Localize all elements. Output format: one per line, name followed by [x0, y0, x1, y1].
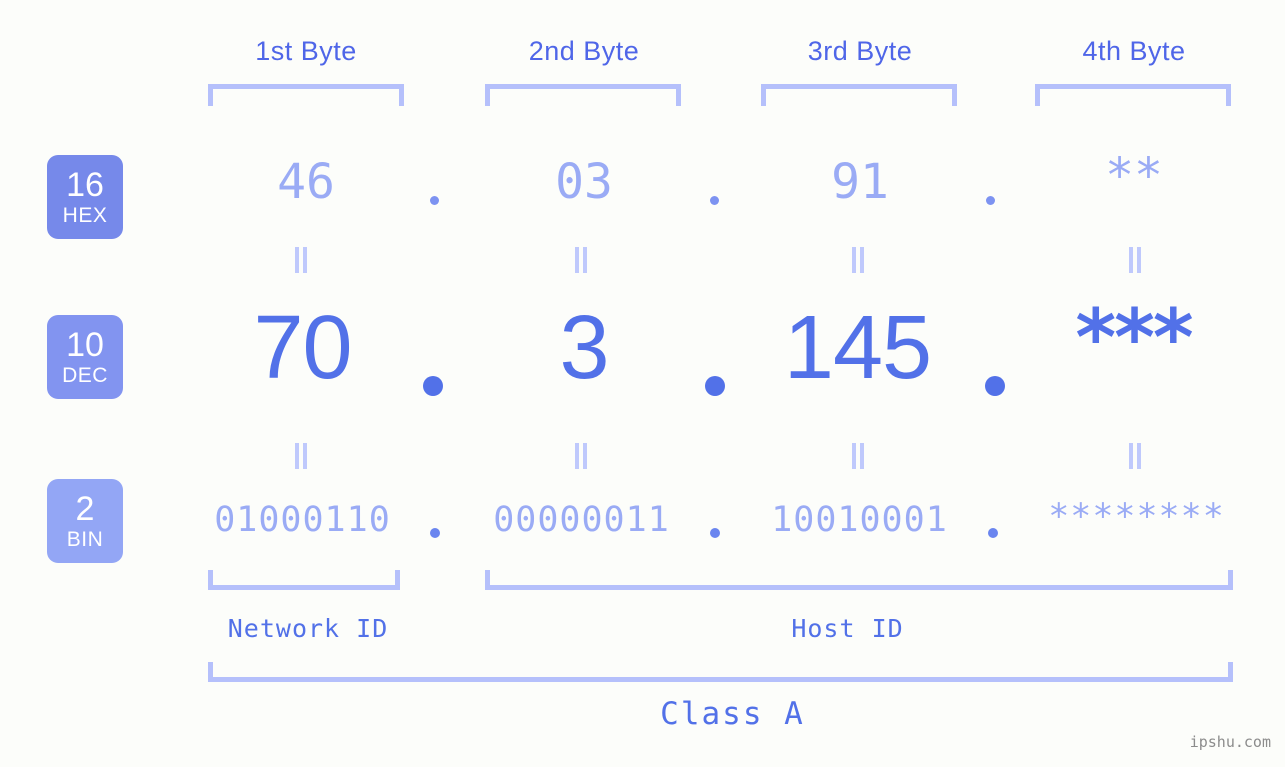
byte-bracket-2: [485, 84, 681, 106]
dec-dot-1: [423, 376, 443, 396]
bin-dot-2: [710, 528, 720, 538]
equals-connector-2-2: [574, 443, 588, 469]
dec-byte-2: 3: [559, 298, 609, 398]
ip-address-breakdown-diagram: 1st Byte 2nd Byte 3rd Byte 4th Byte 16 H…: [0, 0, 1285, 767]
class-bracket: [208, 662, 1233, 682]
equals-connector-1-1: [294, 247, 308, 273]
hex-byte-3: 91: [831, 154, 889, 210]
host-id-bracket: [485, 570, 1233, 590]
byte-bracket-1: [208, 84, 404, 106]
dec-dot-3: [985, 376, 1005, 396]
byte-header-2: 2nd Byte: [528, 36, 640, 66]
bin-dot-1: [430, 528, 440, 538]
radix-badge-bin: 2 BIN: [47, 479, 123, 563]
radix-badge-hex: 16 HEX: [47, 155, 123, 239]
radix-badge-bin-number: 2: [75, 490, 95, 528]
dec-dot-2: [705, 376, 725, 396]
bin-byte-4: ********: [1048, 497, 1225, 537]
radix-badge-bin-name: BIN: [66, 528, 104, 551]
dec-byte-1: 70: [253, 298, 352, 398]
byte-bracket-4: [1035, 84, 1231, 106]
bin-byte-1: 01000110: [214, 500, 391, 540]
radix-badge-dec-number: 10: [66, 326, 104, 364]
network-id-label: Network ID: [227, 614, 389, 643]
equals-connector-2-4: [1128, 443, 1142, 469]
equals-connector-2-1: [294, 443, 308, 469]
radix-badge-hex-number: 16: [66, 166, 104, 204]
byte-bracket-3: [761, 84, 957, 106]
dec-byte-3: 145: [783, 298, 932, 398]
radix-badge-dec: 10 DEC: [47, 315, 123, 399]
bin-byte-3: 10010001: [771, 500, 948, 540]
dec-byte-4: ***: [1075, 294, 1193, 384]
site-watermark: ipshu.com: [1189, 733, 1271, 751]
equals-connector-2-3: [851, 443, 865, 469]
hex-byte-2: 03: [555, 154, 613, 210]
hex-byte-1: 46: [277, 154, 335, 210]
hex-dot-2: [710, 196, 719, 205]
bin-byte-2: 00000011: [493, 500, 670, 540]
host-id-label: Host ID: [791, 614, 904, 643]
network-id-bracket: [208, 570, 400, 590]
class-label: Class A: [660, 696, 805, 732]
bin-dot-3: [988, 528, 998, 538]
radix-badge-dec-name: DEC: [62, 364, 108, 387]
hex-byte-4: **: [1105, 148, 1163, 204]
equals-connector-1-4: [1128, 247, 1142, 273]
byte-header-4: 4th Byte: [1082, 36, 1186, 66]
byte-header-3: 3rd Byte: [807, 36, 913, 66]
radix-badge-hex-name: HEX: [62, 204, 108, 227]
equals-connector-1-3: [851, 247, 865, 273]
equals-connector-1-2: [574, 247, 588, 273]
hex-dot-3: [986, 196, 995, 205]
byte-header-1: 1st Byte: [255, 36, 357, 66]
hex-dot-1: [430, 196, 439, 205]
